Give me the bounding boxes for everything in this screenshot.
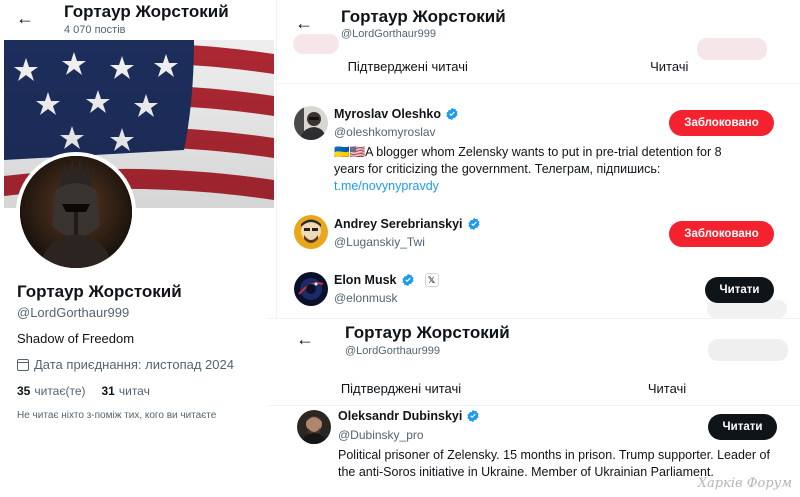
posts-count: 4 070 постів <box>64 24 126 36</box>
verified-followers-panel: ← Гортаур Жорстокий @LordGorthaur999 Під… <box>268 318 800 497</box>
followers-panel: ← Гортаур Жорстокий @LordGorthaur999 Під… <box>276 0 800 318</box>
tab-verified-followers[interactable]: Підтверджені читачі <box>277 51 539 83</box>
following-stat[interactable]: 35 читає(те) <box>17 384 86 398</box>
x-affiliate-badge[interactable]: 𝕏 <box>424 273 439 287</box>
background-blur <box>708 339 788 361</box>
user-handle[interactable]: @Luganskiy_Twi <box>334 235 425 249</box>
user-handle[interactable]: @elonmusk <box>334 291 398 305</box>
user-handle[interactable]: @oleshkomyroslav <box>334 125 436 139</box>
user-bio-text: 🇺🇦🇺🇸A blogger whom Zelensky wants to put… <box>334 145 722 176</box>
calendar-icon <box>17 358 29 371</box>
profile-bio: Shadow of Freedom <box>17 331 135 346</box>
tab-verified-followers[interactable]: Підтверджені читачі <box>268 373 534 405</box>
arrow-left-icon[interactable]: ← <box>14 7 36 29</box>
profile-joined: Дата приєднання: листопад 2024 <box>17 357 234 372</box>
user-name-text: Andrey Serebrianskyi <box>334 217 463 231</box>
avatar[interactable] <box>297 410 331 444</box>
verified-badge-icon <box>446 107 458 121</box>
profile-panel: ← Гортаур Жорстокий 4 070 постів Гортаур… <box>0 0 276 497</box>
user-bio-link[interactable]: t.me/novynypravdy <box>334 179 439 193</box>
following-label: читає(те) <box>34 384 86 398</box>
avatar[interactable] <box>294 272 328 306</box>
forum-watermark: Харків Форум <box>697 476 792 491</box>
blocked-button[interactable]: Заблоковано <box>669 221 774 247</box>
arrow-left-icon[interactable]: ← <box>293 12 315 34</box>
user-handle[interactable]: @Dubinsky_pro <box>338 428 424 442</box>
profile-avatar[interactable] <box>16 152 136 272</box>
header-handle: @LordGorthaur999 <box>345 345 440 357</box>
avatar[interactable] <box>294 106 328 140</box>
followers-tabs: Підтверджені читачі Читачі <box>277 51 800 84</box>
header-title: Гортаур Жорстокий <box>345 323 510 342</box>
user-name[interactable]: Myroslav Oleshko <box>334 107 459 121</box>
user-name[interactable]: Oleksandr Dubinskyi <box>338 409 480 423</box>
user-name-text: Myroslav Oleshko <box>334 107 441 121</box>
mutual-followers-note: Не читає ніхто з-поміж тих, кого ви чита… <box>17 410 217 421</box>
profile-handle: @LordGorthaur999 <box>17 305 130 320</box>
user-name[interactable]: Elon Musk 𝕏 <box>334 273 439 287</box>
header-title: Гортаур Жорстокий <box>64 2 229 21</box>
list-item[interactable]: Elon Musk 𝕏 @elonmusk Читати <box>277 262 800 316</box>
follow-button[interactable]: Читати <box>705 277 774 303</box>
profile-stats: 35 читає(те) 31 читач <box>17 384 150 398</box>
header-handle: @LordGorthaur999 <box>341 28 436 40</box>
followers-stat[interactable]: 31 читач <box>102 384 150 398</box>
followers-tabs: Підтверджені читачі Читачі <box>268 373 800 406</box>
tab-followers[interactable]: Читачі <box>534 373 800 405</box>
followers-label: читач <box>118 384 150 398</box>
verified-badge-icon <box>401 273 414 287</box>
verified-badge-icon <box>468 217 480 231</box>
following-count: 35 <box>17 384 31 398</box>
verified-badge-icon <box>467 409 479 423</box>
list-item[interactable]: Andrey Serebrianskyi @Luganskiy_Twi Забл… <box>277 206 800 260</box>
profile-name: Гортаур Жорстокий <box>17 282 182 301</box>
user-name[interactable]: Andrey Serebrianskyi <box>334 217 481 231</box>
user-name-text: Elon Musk <box>334 273 397 287</box>
joined-date: Дата приєднання: листопад 2024 <box>34 357 234 372</box>
tab-followers[interactable]: Читачі <box>539 51 800 83</box>
blocked-button[interactable]: Заблоковано <box>669 110 774 136</box>
follow-button[interactable]: Читати <box>708 414 777 440</box>
avatar[interactable] <box>294 215 328 249</box>
user-bio: 🇺🇦🇺🇸A blogger whom Zelensky wants to put… <box>334 144 754 195</box>
header-title: Гортаур Жорстокий <box>341 7 506 26</box>
arrow-left-icon[interactable]: ← <box>294 328 316 350</box>
followers-count: 31 <box>101 384 115 398</box>
profile-header: ← Гортаур Жорстокий 4 070 постів <box>0 0 276 40</box>
list-item[interactable]: Myroslav Oleshko @oleshkomyroslav 🇺🇦🇺🇸A … <box>277 98 800 202</box>
user-name-text: Oleksandr Dubinskyi <box>338 409 463 423</box>
